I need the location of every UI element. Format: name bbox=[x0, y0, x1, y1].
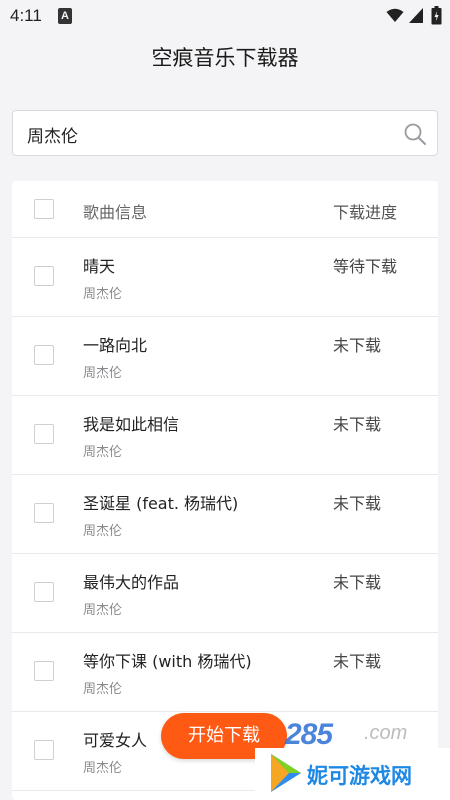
search-box[interactable]: 周杰伦 bbox=[12, 110, 438, 156]
column-song-info: 歌曲信息 bbox=[83, 203, 148, 222]
song-title: 最伟大的作品 bbox=[83, 573, 180, 592]
song-checkbox[interactable] bbox=[34, 345, 54, 365]
page-title: 空痕音乐下载器 bbox=[151, 46, 299, 70]
download-status: 未下载 bbox=[333, 573, 382, 592]
song-checkbox[interactable] bbox=[34, 740, 54, 760]
song-checkbox[interactable] bbox=[34, 266, 54, 286]
song-artist: 周杰伦 bbox=[83, 366, 123, 381]
download-status: 未下载 bbox=[333, 415, 382, 434]
download-status: 未下载 bbox=[333, 336, 382, 355]
song-artist: 周杰伦 bbox=[83, 682, 123, 697]
song-list: 歌曲信息 下载进度 晴天 周杰伦 等待下载 一路向北 周杰伦 未下载 我是如此相… bbox=[12, 181, 438, 800]
song-title: 圣诞星 (feat. 杨瑞代) bbox=[83, 494, 239, 513]
song-row[interactable]: 我是如此相信 周杰伦 未下载 bbox=[12, 396, 438, 475]
list-header: 歌曲信息 下载进度 bbox=[12, 181, 438, 238]
song-artist: 周杰伦 bbox=[83, 603, 123, 618]
column-download-progress: 下载进度 bbox=[333, 203, 398, 222]
download-status: 未下载 bbox=[333, 652, 382, 671]
download-status: 等待下载 bbox=[333, 257, 398, 276]
song-row[interactable]: 等你下课 (with 杨瑞代) 周杰伦 未下载 bbox=[12, 633, 438, 712]
search-input[interactable]: 周杰伦 bbox=[27, 122, 78, 147]
song-artist: 周杰伦 bbox=[83, 287, 123, 302]
song-checkbox[interactable] bbox=[34, 424, 54, 444]
song-title: 一路向北 bbox=[83, 336, 148, 355]
watermark-site-name: 妮可游戏网 bbox=[307, 764, 412, 788]
song-title: 可爱女人 bbox=[83, 731, 148, 750]
song-checkbox[interactable] bbox=[34, 582, 54, 602]
song-checkbox[interactable] bbox=[34, 503, 54, 523]
notification-icon: A bbox=[58, 8, 72, 24]
download-status: 未下载 bbox=[333, 494, 382, 513]
song-artist: 周杰伦 bbox=[83, 524, 123, 539]
select-all-checkbox[interactable] bbox=[34, 199, 54, 219]
song-title: 我是如此相信 bbox=[83, 415, 180, 434]
song-row[interactable]: 圣诞星 (feat. 杨瑞代) 周杰伦 未下载 bbox=[12, 475, 438, 554]
battery-icon bbox=[431, 6, 442, 25]
song-row[interactable]: 最伟大的作品 周杰伦 未下载 bbox=[12, 554, 438, 633]
song-artist: 周杰伦 bbox=[83, 761, 123, 776]
status-bar: 4:11 A bbox=[0, 0, 450, 34]
song-row[interactable]: 晴天 周杰伦 等待下载 bbox=[12, 238, 438, 317]
song-artist: 周杰伦 bbox=[83, 445, 123, 460]
status-time: 4:11 bbox=[10, 6, 42, 25]
signal-icon bbox=[409, 8, 423, 23]
wifi-icon bbox=[386, 8, 404, 22]
watermark-suffix: .com bbox=[364, 722, 408, 744]
song-checkbox[interactable] bbox=[34, 661, 54, 681]
search-icon[interactable] bbox=[403, 122, 427, 146]
watermark-banner: 妮可游戏网 bbox=[255, 748, 450, 800]
watermark-number: 285 bbox=[285, 718, 333, 751]
song-title: 等你下课 (with 杨瑞代) bbox=[83, 652, 252, 671]
play-logo-icon bbox=[271, 754, 301, 792]
song-row[interactable]: 一路向北 周杰伦 未下载 bbox=[12, 317, 438, 396]
song-title: 晴天 bbox=[83, 257, 116, 276]
